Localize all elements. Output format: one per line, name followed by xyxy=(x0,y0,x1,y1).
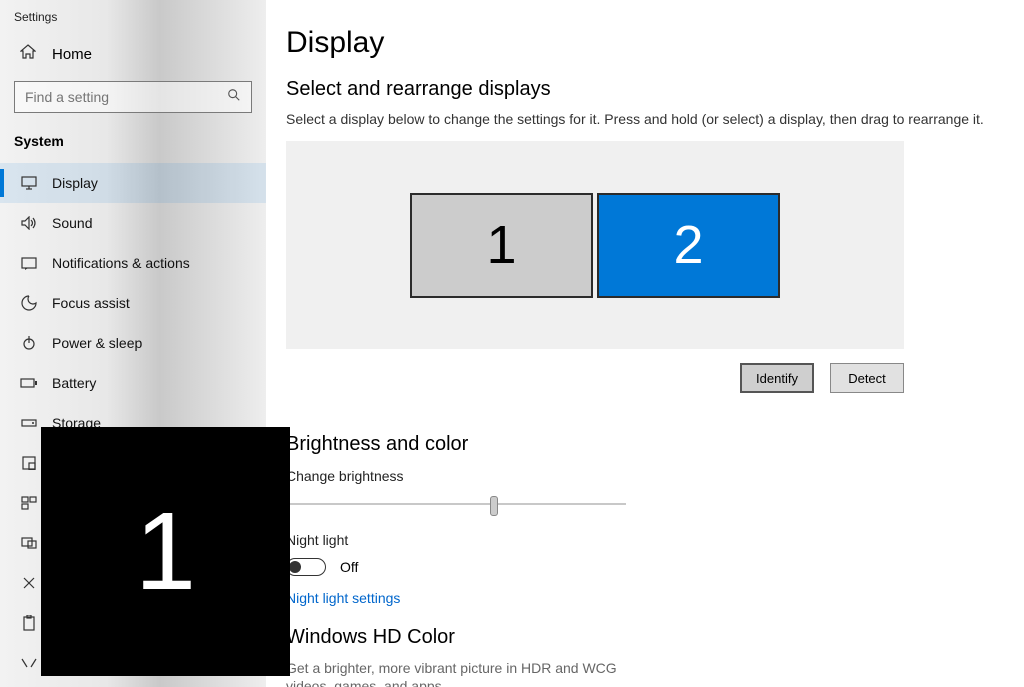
app-title: Settings xyxy=(0,0,266,28)
identify-overlay: 1 xyxy=(41,427,290,676)
home-nav[interactable]: Home xyxy=(0,28,266,79)
sidebar-item-display[interactable]: Display xyxy=(0,163,266,203)
page-title: Display xyxy=(286,26,1024,60)
sidebar-item-label: Focus assist xyxy=(52,295,130,311)
monitor-1[interactable]: 1 xyxy=(410,193,593,298)
brightness-slider[interactable] xyxy=(286,494,626,514)
nightlight-state: Off xyxy=(340,559,358,575)
slider-thumb[interactable] xyxy=(490,496,498,516)
storage-icon xyxy=(20,417,38,429)
home-icon xyxy=(20,44,38,65)
remote-icon xyxy=(20,657,38,669)
display-icon xyxy=(20,176,38,190)
rearrange-help: Select a display below to change the set… xyxy=(286,111,1024,127)
sidebar-item-power[interactable]: Power & sleep xyxy=(0,323,266,363)
sound-icon xyxy=(20,216,38,230)
sidebar-item-label: Power & sleep xyxy=(52,335,142,351)
home-label: Home xyxy=(52,46,92,63)
sidebar-item-battery[interactable]: Battery xyxy=(0,363,266,403)
rearrange-heading: Select and rearrange displays xyxy=(286,78,1024,101)
search-input-wrap[interactable] xyxy=(14,81,252,113)
sidebar-item-notifications[interactable]: Notifications & actions xyxy=(0,243,266,283)
multitask-icon xyxy=(20,496,38,510)
hd-color-heading: Windows HD Color xyxy=(286,626,1024,649)
section-label: System xyxy=(0,123,266,163)
notifications-icon xyxy=(20,256,38,270)
brightness-label: Change brightness xyxy=(286,468,1024,484)
sidebar-item-label: Display xyxy=(52,175,98,191)
clipboard-icon xyxy=(20,615,38,631)
cross-icon xyxy=(20,576,38,590)
battery-icon xyxy=(20,377,38,389)
sidebar-item-label: Battery xyxy=(52,375,96,391)
identify-overlay-number: 1 xyxy=(135,488,196,615)
project-icon xyxy=(20,536,38,550)
brightness-heading: Brightness and color xyxy=(286,433,1024,456)
nightlight-settings-link[interactable]: Night light settings xyxy=(286,590,1024,606)
sidebar-item-sound[interactable]: Sound xyxy=(0,203,266,243)
nightlight-toggle[interactable] xyxy=(286,558,326,576)
focus-icon xyxy=(20,295,38,311)
sidebar-item-focus[interactable]: Focus assist xyxy=(0,283,266,323)
detect-button[interactable]: Detect xyxy=(830,363,904,393)
nightlight-label: Night light xyxy=(286,532,1024,548)
power-icon xyxy=(20,335,38,351)
tablet-icon xyxy=(20,456,38,470)
search-icon xyxy=(227,88,241,107)
search-input[interactable] xyxy=(25,89,227,105)
sidebar-item-label: Sound xyxy=(52,215,92,231)
identify-button[interactable]: Identify xyxy=(740,363,814,393)
sidebar-item-label: Notifications & actions xyxy=(52,255,190,271)
monitor-2[interactable]: 2 xyxy=(597,193,780,298)
hd-color-desc: Get a brighter, more vibrant picture in … xyxy=(286,659,646,687)
monitor-arrange-area[interactable]: 1 2 xyxy=(286,141,904,349)
